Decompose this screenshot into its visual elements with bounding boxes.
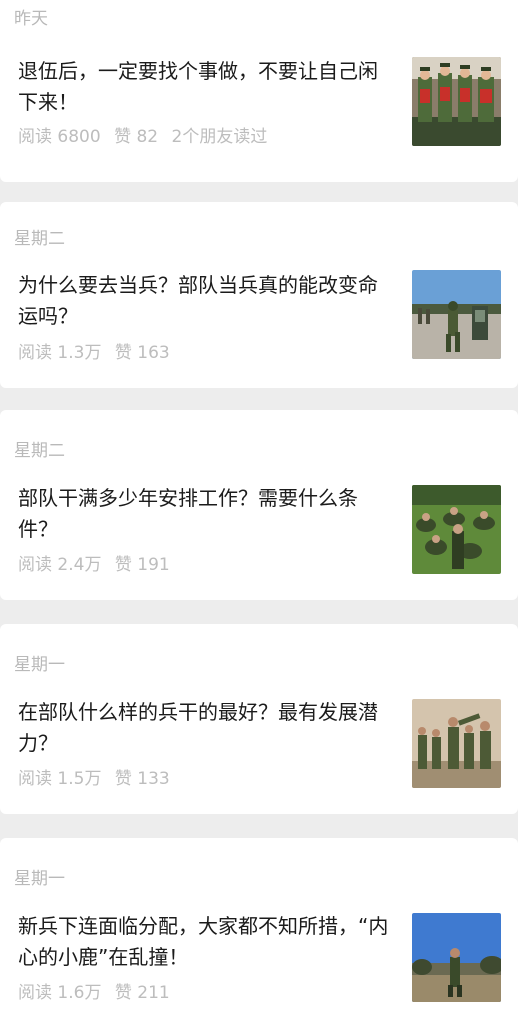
article-date: 星期二 (14, 441, 65, 461)
article-feed: 昨天 退伍后，一定要找个事做，不要让自己闲下来！ 阅读 6800 赞 82 2个… (0, 0, 518, 1024)
read-count: 阅读 2.4万 (18, 555, 102, 575)
article-title[interactable]: 为什么要去当兵？部队当兵真的能改变命运吗？ (18, 270, 396, 332)
article-title[interactable]: 部队干满多少年安排工作？需要什么条件？ (18, 483, 396, 545)
read-count: 阅读 6800 (18, 127, 101, 147)
article-date: 星期一 (14, 655, 65, 675)
article-stats: 阅读 2.4万 赞 191 (18, 550, 178, 575)
soldiers-on-grass-photo-icon[interactable] (412, 485, 501, 574)
soldier-under-sky-photo-icon[interactable] (412, 913, 501, 1002)
article-date: 星期二 (14, 229, 65, 249)
combat-drill-photo-icon[interactable] (412, 699, 501, 788)
article-card[interactable]: 星期二 部队干满多少年安排工作？需要什么条件？ 阅读 2.4万 赞 191 (0, 410, 518, 600)
article-card[interactable]: 星期一 在部队什么样的兵干的最好？最有发展潜力？ 阅读 1.5万 赞 133 (0, 624, 518, 814)
like-count: 赞 191 (114, 555, 170, 575)
article-stats: 阅读 1.6万 赞 211 (18, 978, 178, 1003)
article-title[interactable]: 退伍后，一定要找个事做，不要让自己闲下来！ (18, 56, 396, 118)
article-card[interactable]: 星期二 为什么要去当兵？部队当兵真的能改变命运吗？ 阅读 1.3万 赞 163 (0, 202, 518, 388)
like-count: 赞 82 (114, 127, 159, 147)
like-count: 赞 211 (114, 983, 170, 1003)
article-stats: 阅读 6800 赞 82 2个朋友读过 (18, 122, 275, 147)
read-count: 阅读 1.5万 (18, 769, 102, 789)
article-card[interactable]: 昨天 退伍后，一定要找个事做，不要让自己闲下来！ 阅读 6800 赞 82 2个… (0, 0, 518, 182)
read-count: 阅读 1.6万 (18, 983, 102, 1003)
article-date: 昨天 (14, 9, 48, 29)
article-title[interactable]: 在部队什么样的兵干的最好？最有发展潜力？ (18, 697, 396, 759)
soldier-training-photo-icon[interactable] (412, 270, 501, 359)
article-card[interactable]: 星期一 新兵下连面临分配，大家都不知所措，“内心的小鹿”在乱撞！ 阅读 1.6万… (0, 838, 518, 1024)
article-stats: 阅读 1.5万 赞 133 (18, 764, 178, 789)
like-count: 赞 163 (114, 343, 170, 363)
friends-read: 2个朋友读过 (171, 127, 268, 147)
article-stats: 阅读 1.3万 赞 163 (18, 338, 178, 363)
like-count: 赞 133 (114, 769, 170, 789)
article-title[interactable]: 新兵下连面临分配，大家都不知所措，“内心的小鹿”在乱撞！ (18, 911, 396, 973)
read-count: 阅读 1.3万 (18, 343, 102, 363)
article-date: 星期一 (14, 869, 65, 889)
honor-guard-photo-icon[interactable] (412, 57, 501, 146)
